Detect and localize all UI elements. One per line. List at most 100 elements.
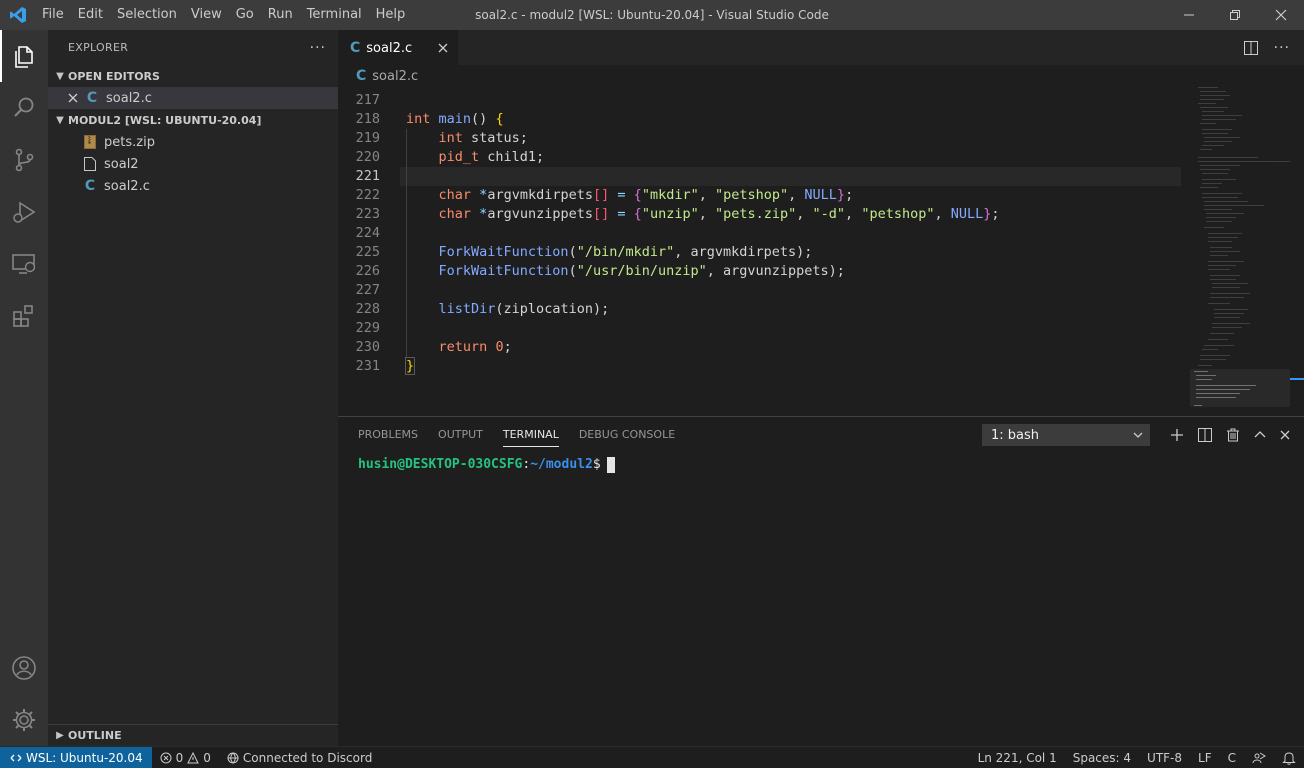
minimap[interactable] — [1190, 87, 1290, 427]
manage-activity[interactable] — [0, 694, 48, 746]
files-icon — [15, 46, 33, 68]
close-panel-icon[interactable] — [1280, 430, 1290, 440]
outline-section-header[interactable]: ▶ OUTLINE — [48, 724, 338, 746]
prompt-user: husin@DESKTOP-030CSFG — [358, 457, 523, 472]
file-name: soal2.c — [104, 178, 150, 194]
menu-go[interactable]: Go — [229, 0, 261, 30]
line-number: 230 — [355, 339, 380, 355]
line-number: 228 — [355, 301, 380, 317]
tab-problems[interactable]: PROBLEMS — [358, 417, 418, 453]
open-editor-item[interactable]: C soal2.c — [48, 87, 338, 109]
feedback-icon — [1252, 752, 1266, 764]
menu-selection[interactable]: Selection — [110, 0, 184, 30]
menu-view[interactable]: View — [184, 0, 229, 30]
split-terminal-icon[interactable] — [1198, 428, 1212, 442]
code-editor[interactable]: 217 218 int main() { 219 int status; 220 … — [338, 91, 1304, 416]
file-item-pets-zip[interactable]: pets.zip — [48, 131, 338, 153]
line-number: 224 — [355, 225, 380, 241]
explorer-activity[interactable] — [0, 30, 48, 82]
remote-explorer-activity[interactable] — [0, 238, 48, 290]
restore-button[interactable] — [1212, 0, 1258, 30]
c-file-icon: C — [84, 178, 96, 194]
terminal-select[interactable]: 1: bash — [982, 424, 1150, 446]
maximize-panel-icon[interactable] — [1254, 429, 1266, 441]
search-activity[interactable] — [0, 82, 48, 134]
file-item-soal2-c[interactable]: C soal2.c — [48, 175, 338, 197]
tab-label: soal2.c — [366, 40, 413, 56]
line-number: 231 — [355, 358, 380, 374]
warning-count: 0 — [203, 750, 211, 765]
title-bar: File Edit Selection View Go Run Terminal… — [0, 0, 1304, 30]
bottom-panel: PROBLEMS OUTPUT TERMINAL DEBUG CONSOLE 1… — [338, 416, 1304, 746]
cursor-position[interactable]: Ln 221, Col 1 — [970, 747, 1065, 768]
trash-icon[interactable] — [1226, 428, 1240, 442]
menu-terminal[interactable]: Terminal — [300, 0, 369, 30]
editor-tabs: C soal2.c ··· — [338, 30, 1304, 65]
more-actions-icon[interactable]: ··· — [1274, 40, 1290, 56]
source-control-activity[interactable] — [0, 134, 48, 186]
tab-soal2-c[interactable]: C soal2.c — [338, 30, 458, 65]
notifications-button[interactable] — [1274, 747, 1304, 768]
file-item-soal2[interactable]: soal2 — [48, 153, 338, 175]
minimize-icon — [1184, 14, 1194, 16]
code-line: 223 char *argvunzippets[] = {"unzip", "p… — [338, 205, 1304, 224]
folder-section-header[interactable]: ▼ MODUL2 [WSL: UBUNTU-20.04] — [48, 109, 338, 131]
code-line: 230 return 0; — [338, 338, 1304, 357]
close-icon — [1275, 9, 1287, 21]
indentation[interactable]: Spaces: 4 — [1065, 747, 1139, 768]
menu-file[interactable]: File — [35, 0, 71, 30]
tab-terminal[interactable]: TERMINAL — [502, 417, 559, 453]
remote-indicator[interactable]: WSL: Ubuntu-20.04 — [0, 746, 152, 768]
split-editor-icon[interactable] — [1243, 40, 1258, 55]
close-editor-icon[interactable] — [66, 93, 80, 103]
menu-edit[interactable]: Edit — [71, 0, 110, 30]
line-number: 227 — [355, 282, 380, 298]
panel-tabs: PROBLEMS OUTPUT TERMINAL DEBUG CONSOLE 1… — [338, 417, 1304, 453]
line-number: 220 — [355, 149, 380, 165]
editor-scrollbar[interactable] — [1290, 87, 1304, 416]
code-line: 224 — [338, 224, 1304, 243]
file-icon — [82, 156, 98, 172]
close-window-button[interactable] — [1258, 0, 1304, 30]
extensions-activity[interactable] — [0, 290, 48, 342]
line-number: 218 — [355, 111, 380, 127]
search-icon — [14, 97, 34, 117]
terminal-cursor — [606, 456, 615, 473]
code-line: 229 — [338, 319, 1304, 338]
terminal[interactable]: husin@DESKTOP-030CSFG:~/modul2$ — [338, 453, 1304, 476]
breadcrumb-file[interactable]: soal2.c — [372, 69, 418, 84]
remote-label: WSL: Ubuntu-20.04 — [26, 750, 143, 765]
explorer-title: EXPLORER — [68, 41, 129, 54]
new-terminal-icon[interactable] — [1170, 428, 1184, 442]
zip-file-icon — [82, 134, 98, 150]
vscode-logo-icon — [0, 0, 35, 30]
tab-output[interactable]: OUTPUT — [438, 417, 483, 453]
problems-status[interactable]: 0 0 — [152, 747, 219, 768]
prompt-path: ~/modul2 — [530, 457, 593, 472]
gear-icon — [13, 709, 35, 731]
line-number: 229 — [355, 320, 380, 336]
code-line: 220 pid_t child1; — [338, 148, 1304, 167]
status-bar: WSL: Ubuntu-20.04 0 0 Connected to Disco… — [0, 746, 1304, 768]
menu-help[interactable]: Help — [369, 0, 413, 30]
accounts-activity[interactable] — [0, 642, 48, 694]
status-bar-right: Ln 221, Col 1 Spaces: 4 UTF-8 LF C — [970, 747, 1304, 768]
open-editors-section-header[interactable]: ▼ OPEN EDITORS — [48, 65, 338, 87]
end-of-line[interactable]: LF — [1190, 747, 1220, 768]
minimize-button[interactable] — [1166, 0, 1212, 30]
error-icon — [160, 752, 172, 763]
more-actions-icon[interactable]: ··· — [310, 40, 326, 56]
encoding[interactable]: UTF-8 — [1139, 747, 1190, 768]
debug-icon — [13, 201, 36, 223]
run-debug-activity[interactable] — [0, 186, 48, 238]
language-mode[interactable]: C — [1220, 747, 1244, 768]
close-tab-icon[interactable] — [438, 43, 448, 53]
tab-debug-console[interactable]: DEBUG CONSOLE — [579, 417, 675, 453]
remote-icon — [10, 754, 22, 761]
feedback-button[interactable] — [1244, 747, 1274, 768]
menu-run[interactable]: Run — [261, 0, 300, 30]
editor-group: C soal2.c ··· C soal2.c 217 218 int main(… — [338, 30, 1304, 416]
explorer-header: EXPLORER ··· — [48, 30, 338, 65]
discord-status[interactable]: Connected to Discord — [219, 747, 380, 768]
code-line: 228 listDir(ziplocation); — [338, 300, 1304, 319]
